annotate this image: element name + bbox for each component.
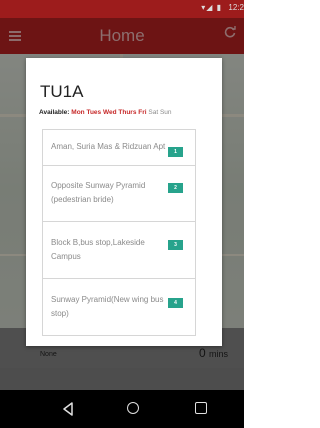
stop-number-badge: 3 [168,240,183,250]
back-triangle-icon[interactable] [61,402,75,416]
home-circle-icon[interactable] [127,402,139,414]
stop-number-badge: 4 [168,298,183,308]
stop-item[interactable]: Sunway Pyramid(New wing bus stop) 4 [43,278,195,335]
day-available: Mon [71,109,85,116]
day-available: Fri [138,109,147,116]
stop-number-badge: 2 [168,183,183,193]
status-bar: ▾◢ ▮ 12:2 [0,0,244,18]
recent-apps-icon[interactable] [195,402,207,414]
day-unavailable: Sun [159,109,172,116]
stops-list: Aman, Suria Mas & Ridzuan Apt 1 Opposite… [42,129,196,336]
status-icons: ▾◢ ▮ [201,3,222,12]
status-time: 12:2 [228,3,244,12]
stop-name: Block B,bus stop,Lakeside Campus [51,238,145,261]
stop-name: Aman, Suria Mas & Ridzuan Apt [51,142,166,151]
day-available: Wed [102,109,117,116]
day-available: Thurs [118,109,137,116]
stop-item[interactable]: Aman, Suria Mas & Ridzuan Apt 1 [43,130,195,165]
stop-name: Sunway Pyramid(New wing bus stop) [51,295,164,318]
route-dialog: TU1A Available: Mon Tues Wed Thurs Fri S… [26,58,222,346]
day-available: Tues [86,109,102,116]
stop-item[interactable]: Block B,bus stop,Lakeside Campus 3 [43,221,195,278]
route-title: TU1A [40,82,84,101]
stop-number-badge: 1 [168,147,183,157]
day-unavailable: Sat [148,109,159,116]
stop-item[interactable]: Opposite Sunway Pyramid (pedestrian brid… [43,165,195,221]
navigation-bar [0,390,244,428]
available-label: Available: [39,109,70,116]
availability-line: Available: Mon Tues Wed Thurs Fri Sat Su… [39,109,172,116]
stop-name: Opposite Sunway Pyramid (pedestrian brid… [51,181,146,204]
